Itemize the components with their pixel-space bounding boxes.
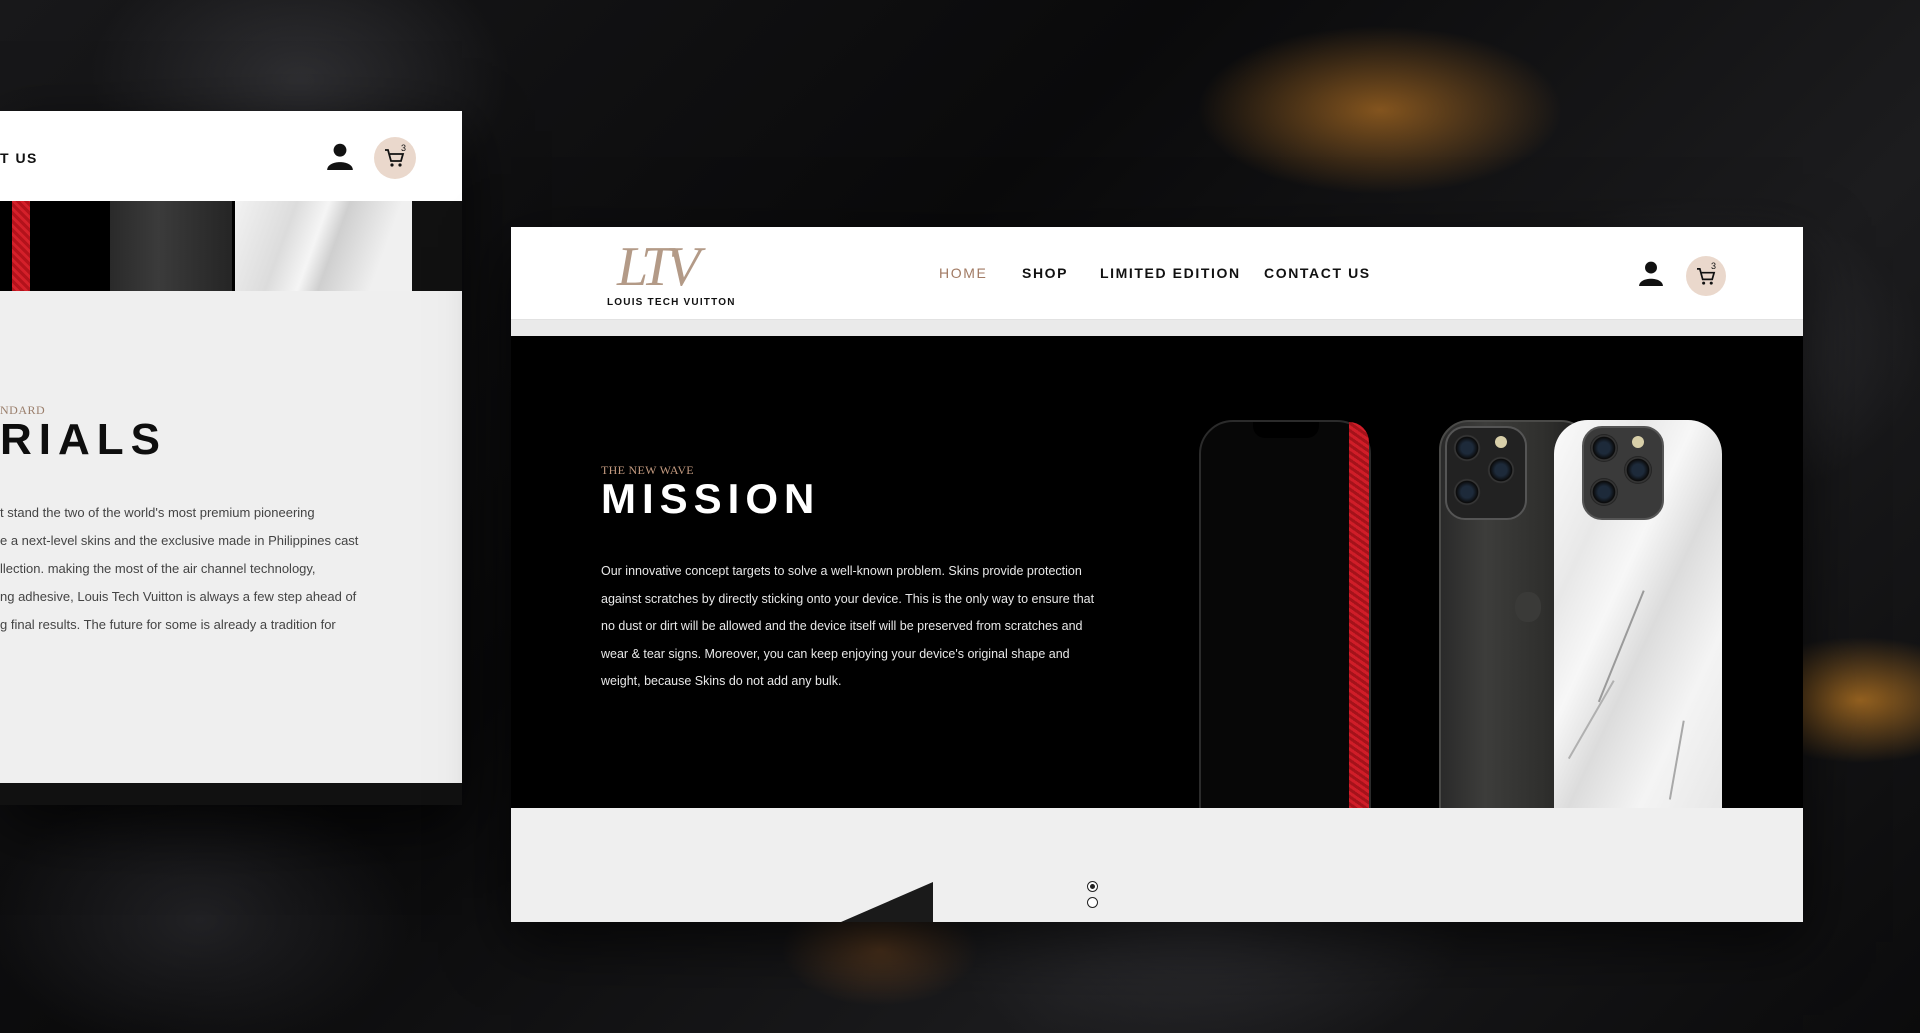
- product-image-strip: [0, 201, 462, 291]
- camera-module: [1582, 426, 1664, 520]
- camera-lens: [1487, 456, 1515, 484]
- user-icon[interactable]: [1638, 260, 1664, 286]
- marble-skin-image: [235, 201, 412, 291]
- paragraph-line: against scratches by directly sticking o…: [601, 591, 1095, 606]
- paragraph-line: t stand the two of the world's most prem…: [0, 505, 315, 520]
- camera-module: [1445, 426, 1527, 520]
- camera-lens: [1590, 434, 1618, 462]
- brand-logo[interactable]: LTV LOUIS TECH VUITTON: [607, 235, 734, 313]
- cart-count: 3: [401, 143, 407, 153]
- paragraph-line: Our innovative concept targets to solve …: [601, 564, 1082, 578]
- camera-lens: [1624, 456, 1652, 484]
- decorative-shape: [841, 882, 933, 922]
- cart-button[interactable]: 3: [374, 137, 416, 179]
- hero-paragraph: Our innovative concept targets to solve …: [601, 558, 1121, 696]
- paragraph-line: weight, because Skins do not add any bul…: [601, 674, 842, 688]
- nav-contact-partial[interactable]: T US: [0, 150, 38, 166]
- camera-flash: [1495, 436, 1507, 448]
- marble-vein: [1568, 680, 1615, 760]
- phone-front-image: [1199, 420, 1371, 808]
- nav-contact-us[interactable]: CONTACT US: [1264, 265, 1371, 281]
- hero-title: MISSION: [601, 475, 821, 522]
- paragraph-line: e a next-level skins and the exclusive m…: [0, 533, 359, 548]
- camera-lens: [1453, 478, 1481, 506]
- main-page-preview: LTV LOUIS TECH VUITTON HOME SHOP LIMITED…: [511, 227, 1803, 922]
- left-footer-strip: [0, 783, 462, 805]
- site-header: LTV LOUIS TECH VUITTON HOME SHOP LIMITED…: [511, 227, 1803, 320]
- camera-lens: [1590, 478, 1618, 506]
- nav-limited-edition[interactable]: LIMITED EDITION: [1100, 265, 1241, 281]
- paragraph-line: wear & tear signs. Moreover, you can kee…: [601, 646, 1070, 661]
- nav-shop[interactable]: SHOP: [1022, 265, 1068, 281]
- slider-dot-active[interactable]: [1087, 881, 1098, 892]
- section-title: RIALS: [0, 415, 167, 464]
- paragraph-line: g final results. The future for some is …: [0, 617, 336, 632]
- phone-notch: [1253, 422, 1319, 438]
- paragraph-line: llection. making the most of the air cha…: [0, 561, 316, 576]
- phone-marble-back-image: [1554, 420, 1722, 808]
- graphite-skin-image: [110, 201, 232, 291]
- next-section-preview: [511, 808, 1803, 922]
- logo-mark: LTV: [617, 236, 700, 298]
- paragraph-line: no dust or dirt will be allowed and the …: [601, 619, 1083, 633]
- section-paragraph: t stand the two of the world's most prem…: [0, 499, 460, 639]
- header-divider: [511, 320, 1803, 336]
- camera-lens: [1453, 434, 1481, 462]
- slider-dot[interactable]: [1087, 897, 1098, 908]
- marble-vein: [1669, 720, 1685, 800]
- red-skin-image: [12, 201, 30, 291]
- camera-flash: [1632, 436, 1644, 448]
- red-carbon-skin-edge: [1349, 422, 1369, 808]
- user-icon[interactable]: [326, 142, 354, 170]
- logo-name: LOUIS TECH VUITTON: [607, 297, 736, 308]
- nav-home[interactable]: HOME: [939, 265, 987, 281]
- apple-logo: [1515, 592, 1541, 622]
- cart-button[interactable]: 3: [1686, 256, 1726, 296]
- cart-count: 3: [1711, 261, 1717, 271]
- hero-mission: THE NEW WAVE MISSION Our innovative conc…: [511, 336, 1803, 808]
- marble-vein: [1598, 590, 1645, 703]
- left-page-preview: T US 3 NDARD RIALS t stand the two of th…: [0, 111, 462, 805]
- paragraph-line: ng adhesive, Louis Tech Vuitton is alway…: [0, 589, 357, 604]
- dark-skin-image: [412, 201, 462, 291]
- left-header: T US 3: [0, 111, 462, 201]
